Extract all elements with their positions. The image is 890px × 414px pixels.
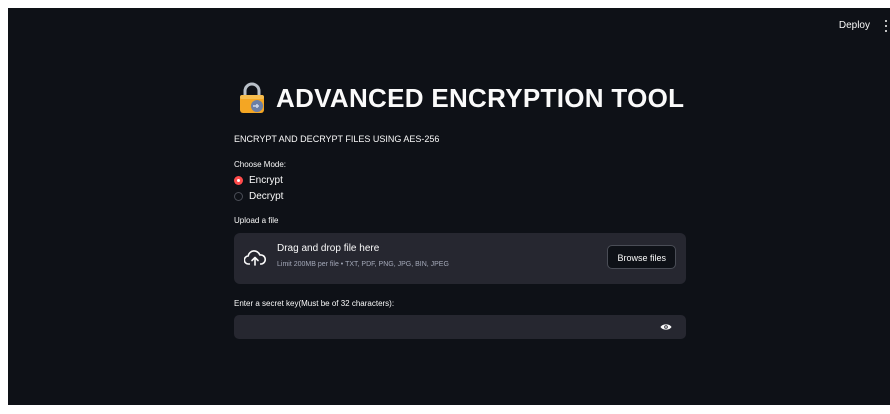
page-title: ADVANCED ENCRYPTION TOOL (234, 80, 686, 116)
dropzone-limit: Limit 200MB per file • TXT, PDF, PNG, JP… (277, 261, 449, 268)
radio-decrypt[interactable]: Decrypt (234, 191, 686, 202)
secret-key-label: Enter a secret key(Must be of 32 charact… (234, 299, 395, 308)
eye-icon[interactable] (660, 323, 672, 331)
file-dropzone[interactable]: Drag and drop file here Limit 200MB per … (234, 233, 686, 284)
browse-files-button[interactable]: Browse files (607, 245, 676, 269)
secret-key-field (234, 315, 686, 339)
dropzone-title: Drag and drop file here (277, 243, 380, 254)
radio-selected-icon (234, 176, 243, 185)
page-subtitle: ENCRYPT AND DECRYPT FILES USING AES-256 (234, 134, 440, 144)
radio-encrypt-label: Encrypt (249, 175, 283, 186)
app-window: Deploy ADVANCED ENCRYPTION TOOL ENCRYPT … (8, 8, 890, 405)
deploy-button[interactable]: Deploy (839, 20, 870, 31)
radio-unselected-icon (234, 192, 243, 201)
secret-key-input[interactable] (234, 315, 660, 339)
radio-decrypt-label: Decrypt (249, 191, 284, 202)
page-title-text: ADVANCED ENCRYPTION TOOL (276, 82, 685, 113)
main-content: ADVANCED ENCRYPTION TOOL ENCRYPT AND DEC… (234, 80, 686, 339)
radio-encrypt[interactable]: Encrypt (234, 175, 686, 186)
upload-label: Upload a file (234, 216, 279, 225)
app-header: Deploy (8, 8, 890, 48)
cloud-upload-icon (244, 250, 266, 266)
more-vert-icon[interactable] (884, 20, 888, 32)
lock-icon (240, 82, 264, 113)
mode-label: Choose Mode: (234, 160, 287, 169)
